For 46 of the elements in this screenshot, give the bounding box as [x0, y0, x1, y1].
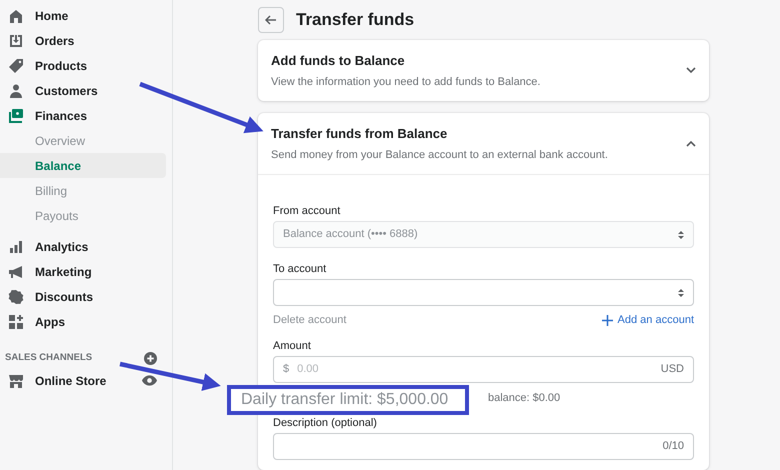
- section-heading: SALES CHANNELS: [5, 350, 92, 365]
- house-icon: [8, 8, 24, 24]
- sidebar-item[interactable]: Online Store: [0, 368, 106, 393]
- sidebar-item[interactable]: Discounts: [0, 284, 166, 309]
- sidebar-item[interactable]: Orders: [0, 28, 166, 53]
- section-title: Transfer funds from Balance: [271, 124, 448, 142]
- amount-field[interactable]: $ 0.00 USD: [273, 356, 694, 383]
- callout-text: Daily transfer limit: $5,000.00: [241, 390, 448, 410]
- select-arrows-icon: [678, 288, 684, 298]
- tag-icon: [8, 58, 24, 74]
- sidebar-item[interactable]: Finances: [0, 103, 166, 128]
- description-field[interactable]: 0/10: [273, 433, 694, 460]
- section-description: Send money from your Balance account to an external bank account.: [271, 148, 608, 163]
- sidebar-item[interactable]: Home: [0, 3, 166, 28]
- amount-input[interactable]: 0.00: [297, 361, 661, 378]
- section-description: View the information you need to add funds to Balance.: [271, 75, 540, 90]
- plus-icon: [602, 314, 613, 326]
- chevron-icon[interactable]: [686, 67, 696, 74]
- back-button[interactable]: [258, 7, 284, 33]
- chevron-icon[interactable]: [686, 140, 696, 147]
- megaphone-icon: [8, 264, 24, 280]
- field-label: Description (optional): [273, 416, 378, 431]
- sidebar-subitem[interactable]: Balance: [0, 153, 166, 178]
- back-arrow-icon: [265, 15, 277, 25]
- person-icon: [8, 82, 24, 98]
- download-tray-icon: [8, 32, 24, 48]
- apps-grid-icon: [8, 314, 24, 330]
- page-title: Transfer funds: [296, 9, 414, 32]
- storefront-icon: [8, 372, 24, 388]
- add-circle-icon[interactable]: [144, 352, 157, 364]
- select-field[interactable]: [273, 279, 694, 306]
- section-title: Add funds to Balance: [271, 52, 406, 70]
- sidebar-item[interactable]: Marketing: [0, 259, 166, 284]
- sidebar-item[interactable]: Customers: [0, 78, 166, 103]
- sidebar-item[interactable]: Analytics: [0, 234, 166, 259]
- bar-chart-icon: [8, 238, 24, 254]
- add-account-link[interactable]: Add an account: [618, 312, 694, 328]
- banknote-icon: [8, 108, 24, 124]
- field-label: To account: [273, 262, 328, 277]
- field-label: Amount: [273, 339, 312, 354]
- eye-icon[interactable]: [142, 375, 157, 386]
- field-label: From account: [273, 204, 342, 219]
- select-arrows-icon: [678, 230, 684, 240]
- sidebar-item[interactable]: Products: [0, 53, 166, 78]
- help-text: balance: $0.00: [488, 390, 560, 406]
- sidebar-item[interactable]: Apps: [0, 309, 166, 334]
